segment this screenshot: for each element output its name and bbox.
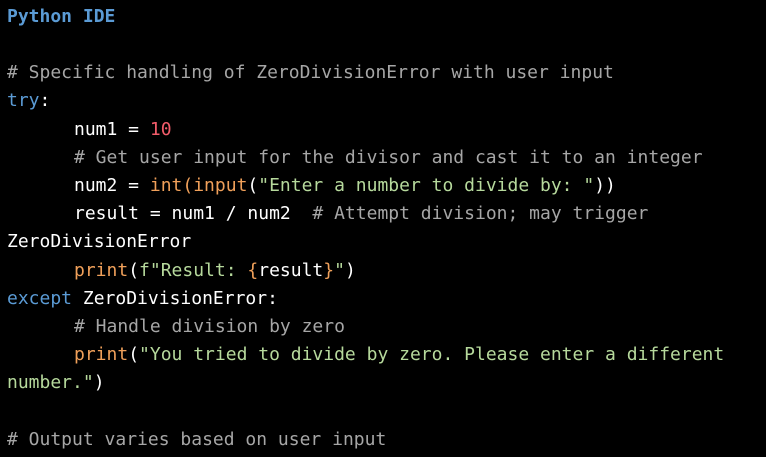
code-line-comment-header: # Specific handling of ZeroDivisionError…: [7, 59, 766, 87]
wrapped-text: ZeroDivisionError: [7, 231, 192, 253]
string-literal: number.": [7, 372, 94, 394]
paren: ): [344, 259, 356, 281]
fstring-var: result: [258, 259, 324, 281]
code-line-result: result = num1 / num2 # Attempt division;…: [7, 200, 766, 228]
assignment: num2 =: [74, 174, 150, 196]
string-literal: "You tried to divide by zero. Please ent…: [139, 344, 725, 366]
paren: (: [182, 174, 194, 196]
fstring-start: f"Result:: [139, 259, 248, 281]
code-line-num2: num2 = int(input("Enter a number to divi…: [7, 172, 766, 200]
code-line-comment-output: # Output varies based on user input: [7, 426, 766, 454]
exception-type: ZeroDivisionError:: [72, 287, 278, 309]
comment: # Handle division by zero: [74, 315, 345, 337]
code-line-print-result: print(f"Result: {result}"): [7, 257, 766, 285]
code-line-try: try:: [7, 87, 766, 115]
fstring-brace: }: [323, 259, 335, 281]
keyword-try: try: [7, 90, 40, 112]
assignment: num1 =: [74, 118, 150, 140]
fstring-brace: {: [247, 259, 259, 281]
code-line-except: except ZeroDivisionError:: [7, 285, 766, 313]
code-editor[interactable]: Python IDE # Specific handling of ZeroDi…: [0, 0, 766, 457]
comment: # Output varies based on user input: [7, 428, 387, 450]
string-literal: "Enter a number to divide by: ": [258, 174, 595, 196]
division-statement: result = num1 / num2: [74, 203, 313, 225]
comment: # Get user input for the divisor and cas…: [74, 146, 703, 168]
paren: ): [93, 372, 105, 394]
builtin-input: input: [193, 174, 248, 196]
comment: # Attempt division; may trigger: [312, 203, 649, 225]
paren: (: [128, 259, 140, 281]
comment: # Specific handling of ZeroDivisionError…: [7, 62, 614, 84]
builtin-int: int: [149, 174, 183, 196]
paren: (: [128, 344, 140, 366]
number-literal: 10: [149, 118, 172, 140]
code-line-print-msg-wrap: number."): [7, 369, 766, 397]
code-line-comment-handle: # Handle division by zero: [7, 313, 766, 341]
code-line-print-msg: print("You tried to divide by zero. Plea…: [7, 341, 766, 369]
builtin-print: print: [74, 259, 129, 281]
colon: :: [39, 90, 51, 112]
code-line-wrap: ZeroDivisionError: [7, 228, 766, 256]
code-line-num1: num1 = 10: [7, 116, 766, 144]
builtin-print: print: [74, 344, 129, 366]
ide-title: Python IDE: [7, 6, 116, 27]
parens-close: )): [594, 174, 616, 196]
code-line-comment-input: # Get user input for the divisor and cas…: [7, 144, 766, 172]
paren: (: [247, 174, 259, 196]
fstring-end: ": [334, 259, 345, 281]
keyword-except: except: [7, 287, 73, 309]
